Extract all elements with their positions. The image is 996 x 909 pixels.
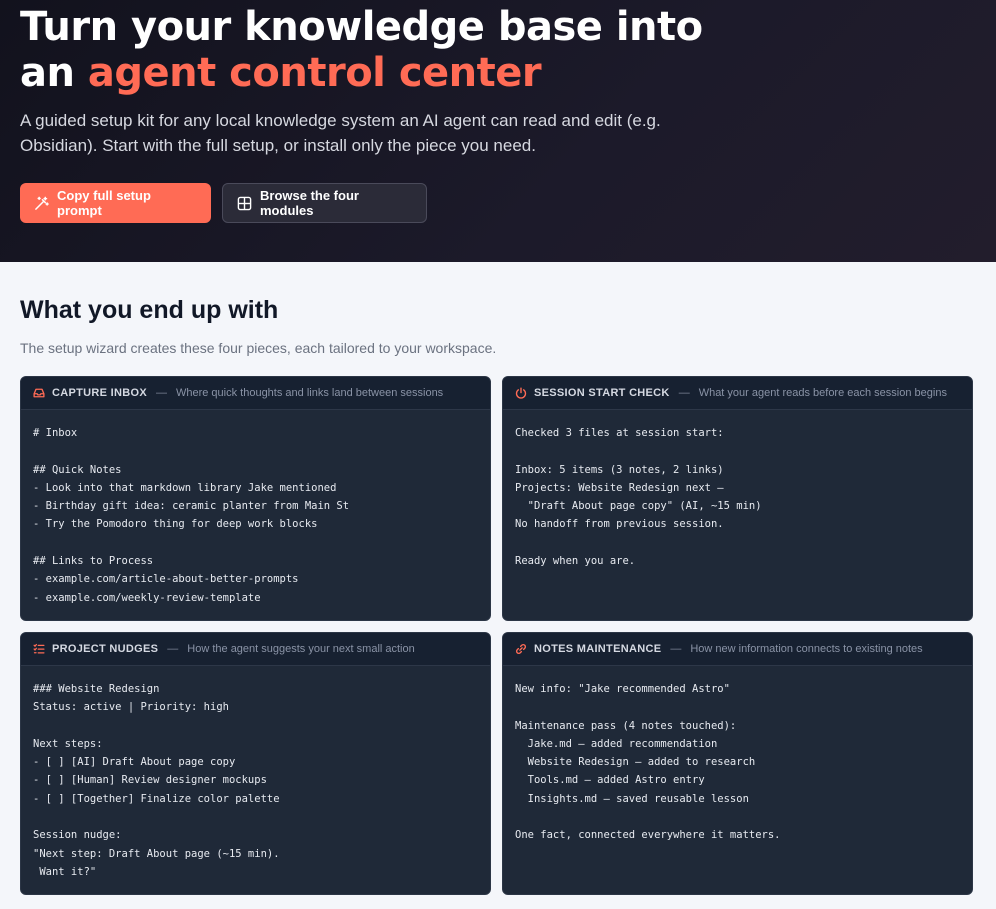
copy-setup-prompt-label: Copy full setup prompt	[57, 188, 151, 218]
card-header: PROJECT NUDGES — How the agent suggests …	[21, 633, 490, 666]
browse-modules-button[interactable]: Browse the four modules	[222, 183, 427, 223]
card-header: SESSION START CHECK — What your agent re…	[503, 377, 972, 410]
card-separator: —	[167, 643, 179, 655]
copy-setup-prompt-button[interactable]: Copy full setup prompt	[20, 183, 211, 223]
hero-title: Turn your knowledge base into an agent c…	[20, 4, 703, 96]
card-separator: —	[678, 387, 690, 399]
card-title: CAPTURE INBOX	[52, 387, 147, 399]
card-content: # Inbox ## Quick Notes - Look into that …	[33, 427, 350, 604]
grid-icon	[237, 196, 252, 210]
card-content: Checked 3 files at session start: Inbox:…	[515, 427, 762, 568]
card-content: ### Website Redesign Status: active | Pr…	[33, 683, 280, 878]
section-subtitle: The setup wizard creates these four piec…	[20, 340, 497, 356]
card-header: NOTES MAINTENANCE — How new information …	[503, 633, 972, 666]
notes-maintenance-card: NOTES MAINTENANCE — How new information …	[502, 632, 973, 895]
hero-title-prefix: an	[20, 50, 88, 96]
link-icon	[516, 644, 526, 654]
hero-subtitle: A guided setup kit for any local knowled…	[20, 111, 661, 155]
card-title: SESSION START CHECK	[534, 387, 670, 399]
card-description: How the agent suggests your next small a…	[187, 643, 415, 655]
card-header: CAPTURE INBOX — Where quick thoughts and…	[21, 377, 490, 410]
capture-inbox-card: CAPTURE INBOX — Where quick thoughts and…	[20, 376, 491, 621]
browse-modules-label: Browse the four modules	[260, 188, 359, 218]
card-separator: —	[670, 643, 682, 655]
magic-wand-icon	[35, 196, 49, 210]
power-icon	[515, 387, 527, 399]
card-description: What your agent reads before each sessio…	[698, 387, 947, 399]
card-title: PROJECT NUDGES	[52, 643, 159, 655]
card-title: NOTES MAINTENANCE	[534, 643, 662, 655]
card-description: Where quick thoughts and links land betw…	[175, 387, 444, 399]
hero-section: Turn your knowledge base into an agent c…	[0, 0, 996, 262]
section-title: What you end up with	[20, 296, 279, 324]
hero-title-accent: agent control center	[87, 50, 542, 96]
card-separator: —	[155, 387, 167, 399]
hero-title-line1: Turn your knowledge base into	[20, 4, 703, 50]
inbox-icon	[33, 388, 45, 398]
card-description: How new information connects to existing…	[690, 643, 923, 655]
session-start-check-card: SESSION START CHECK — What your agent re…	[502, 376, 973, 621]
project-nudges-card: PROJECT NUDGES — How the agent suggests …	[20, 632, 491, 895]
card-content: New info: "Jake recommended Astro" Maint…	[515, 683, 781, 842]
list-checks-icon	[33, 643, 45, 654]
